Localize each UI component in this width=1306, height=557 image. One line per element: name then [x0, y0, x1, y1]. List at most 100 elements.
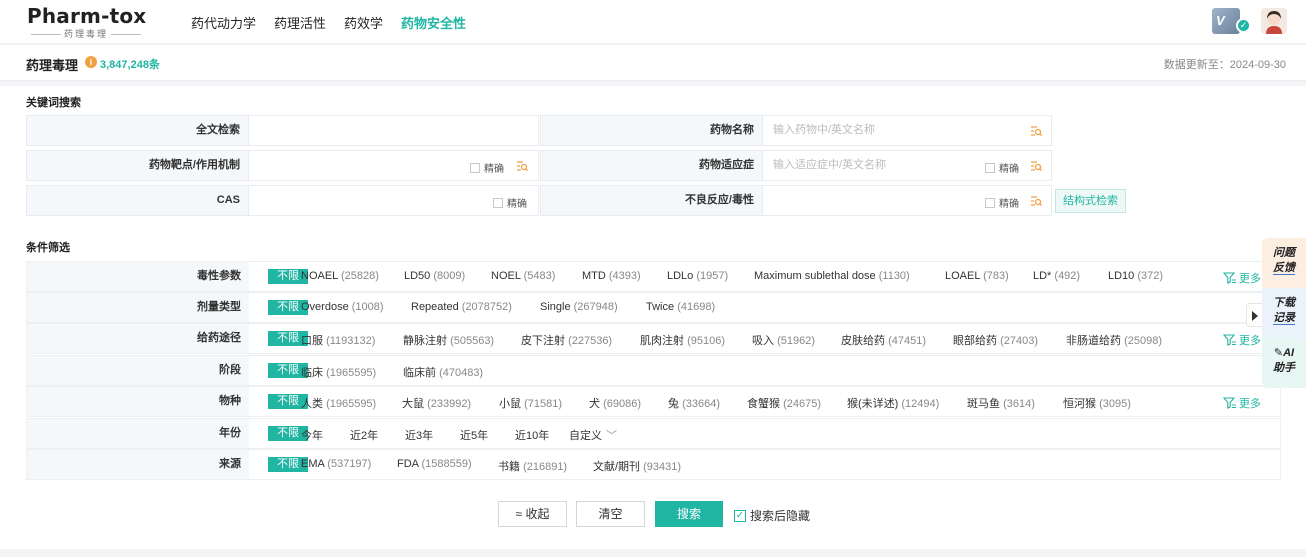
- filter-option[interactable]: LD50 (8009): [404, 270, 465, 282]
- hide-after-search-checkbox[interactable]: ✓: [734, 509, 746, 522]
- filter-option[interactable]: Maximum sublethal dose (1130): [754, 270, 910, 282]
- filter-option[interactable]: 兔 (33664): [668, 395, 720, 411]
- filter-option[interactable]: 皮下注射 (227536): [521, 332, 612, 348]
- filter-option[interactable]: 近5年: [460, 427, 488, 443]
- filter-option[interactable]: Repeated (2078752): [411, 301, 512, 313]
- ai-assistant-button[interactable]: ✎AI 助手: [1262, 338, 1306, 388]
- filter-option[interactable]: 口服 (1193132): [301, 332, 375, 348]
- info-icon[interactable]: i: [85, 56, 97, 68]
- structure-search-button[interactable]: 结构式检索: [1055, 189, 1126, 213]
- filter-option[interactable]: 静脉注射 (505563): [403, 332, 494, 348]
- filter-option[interactable]: EMA (537197): [301, 458, 371, 470]
- filter-option[interactable]: Overdose (1008): [301, 301, 384, 313]
- target-precise[interactable]: 精确: [470, 160, 504, 175]
- hide-after-search-label: 搜索后隐藏: [750, 509, 811, 523]
- checkbox[interactable]: [985, 197, 995, 208]
- drug-name-input[interactable]: 输入药物中/英文名称: [762, 115, 1052, 146]
- filter-option[interactable]: NOEL (5483): [491, 270, 555, 282]
- avatar[interactable]: [1261, 8, 1287, 34]
- filter-option[interactable]: MTD (4393): [582, 270, 641, 282]
- filter-option-count: (71581): [524, 398, 562, 410]
- feedback-button[interactable]: 问题 反馈: [1262, 238, 1306, 288]
- list-search-icon[interactable]: [516, 160, 528, 172]
- download-records-button[interactable]: 下载 记录: [1262, 288, 1306, 338]
- nav-item-pharmacodynamics[interactable]: 药效学: [344, 13, 383, 32]
- filter-option[interactable]: 吸入 (51962): [752, 332, 815, 348]
- filter-option[interactable]: 近2年: [350, 427, 378, 443]
- filter-option[interactable]: 食蟹猴 (24675): [747, 395, 821, 411]
- list-search-icon[interactable]: [1030, 125, 1042, 137]
- checkbox[interactable]: [985, 162, 995, 173]
- filter-more-button[interactable]: 更多: [1223, 270, 1261, 286]
- filter-option[interactable]: 斑马鱼 (3614): [967, 395, 1035, 411]
- filter-option-count: (33664): [682, 398, 720, 410]
- filter-option[interactable]: Single (267948): [540, 301, 618, 313]
- filter-option[interactable]: LD* (492): [1033, 270, 1080, 282]
- list-search-icon[interactable]: [1030, 195, 1042, 207]
- filter-option[interactable]: Twice (41698): [646, 301, 715, 313]
- filter-option[interactable]: 近3年: [405, 427, 433, 443]
- filter-option[interactable]: 非肠道给药 (25098): [1066, 332, 1162, 348]
- adverse-precise[interactable]: 精确: [985, 195, 1019, 210]
- collapse-button[interactable]: ≈ 收起: [498, 501, 567, 527]
- clear-button[interactable]: 清空: [576, 501, 645, 527]
- vip-label: V: [1216, 13, 1225, 28]
- ai-label-2: 助手: [1273, 362, 1295, 374]
- filter-option-count: (5483): [523, 270, 556, 282]
- nav-item-safety[interactable]: 药物安全性: [401, 13, 466, 32]
- filter-option-count: (25098): [1124, 335, 1162, 347]
- filter-option[interactable]: NOAEL (25828): [301, 270, 379, 282]
- indication-precise[interactable]: 精确: [985, 160, 1019, 175]
- filter-option[interactable]: 恒河猴 (3095): [1063, 395, 1131, 411]
- filter-option[interactable]: 文献/期刊 (93431): [593, 458, 681, 474]
- filter-option[interactable]: 书籍 (216891): [498, 458, 567, 474]
- ai-label-1: AI: [1283, 347, 1295, 359]
- hide-after-search[interactable]: ✓ 搜索后隐藏: [734, 507, 810, 524]
- filter-option-count: (216891): [523, 461, 568, 473]
- filter-option[interactable]: 猴(未详述) (12494): [847, 395, 939, 411]
- checkbox[interactable]: [493, 197, 503, 208]
- fulltext-input[interactable]: [248, 115, 539, 146]
- list-search-icon[interactable]: [1030, 160, 1042, 172]
- filter-option-count: (41698): [677, 301, 716, 313]
- float-collapse-toggle[interactable]: [1246, 303, 1262, 327]
- nav-item-pharmacology[interactable]: 药理活性: [274, 13, 326, 32]
- update-date: 数据更新至：2024-09-30: [1163, 59, 1286, 71]
- filter-more-button[interactable]: 更多: [1223, 395, 1261, 411]
- precise-label: 精确: [507, 199, 527, 210]
- filter-option[interactable]: 眼部给药 (27403): [953, 332, 1038, 348]
- filter-option-count: (492): [1054, 270, 1081, 282]
- filter-option[interactable]: 犬 (69086): [589, 395, 641, 411]
- filter-option[interactable]: 肌肉注射 (95106): [640, 332, 725, 348]
- collapse-icon: ≈: [515, 507, 526, 521]
- filter-option[interactable]: FDA (1588559): [397, 458, 472, 470]
- filter-more-button[interactable]: 更多: [1223, 332, 1261, 348]
- precise-label: 精确: [999, 164, 1019, 175]
- cas-label: CAS: [26, 185, 249, 216]
- filter-option-count: (25828): [340, 270, 379, 282]
- checkbox[interactable]: [470, 162, 480, 173]
- logo[interactable]: Pharm-tox 药理毒理: [27, 4, 151, 39]
- filter-row-label: 剂量类型: [27, 293, 249, 322]
- filter-option[interactable]: LOAEL (783): [945, 270, 1009, 282]
- filter-option[interactable]: 临床前 (470483): [403, 364, 483, 380]
- filter-option[interactable]: 自定义 ﹀: [569, 427, 617, 443]
- filter-option-count: (783): [983, 270, 1009, 282]
- search-button[interactable]: 搜索: [655, 501, 723, 527]
- nav-item-pk[interactable]: 药代动力学: [191, 13, 256, 32]
- filter-option-count: (537197): [327, 458, 372, 470]
- filter-option[interactable]: LD10 (372): [1108, 270, 1163, 282]
- filter-option[interactable]: 皮肤给药 (47451): [841, 332, 926, 348]
- filter-option-count: (1008): [351, 301, 384, 313]
- feedback-label-1: 问题: [1273, 247, 1295, 259]
- vip-badge-icon[interactable]: V: [1212, 8, 1240, 34]
- filter-option[interactable]: 小鼠 (71581): [499, 395, 562, 411]
- filter-option[interactable]: LDLo (1957): [667, 270, 728, 282]
- filter-option[interactable]: 大鼠 (233992): [402, 395, 471, 411]
- filter-option[interactable]: 人类 (1965595): [301, 395, 376, 411]
- filter-option[interactable]: 临床 (1965595): [301, 364, 376, 380]
- filter-option-count: (4393): [608, 270, 641, 282]
- filter-option[interactable]: 近10年: [515, 427, 549, 443]
- filter-option[interactable]: 今年: [301, 427, 323, 443]
- cas-precise[interactable]: 精确: [493, 195, 527, 210]
